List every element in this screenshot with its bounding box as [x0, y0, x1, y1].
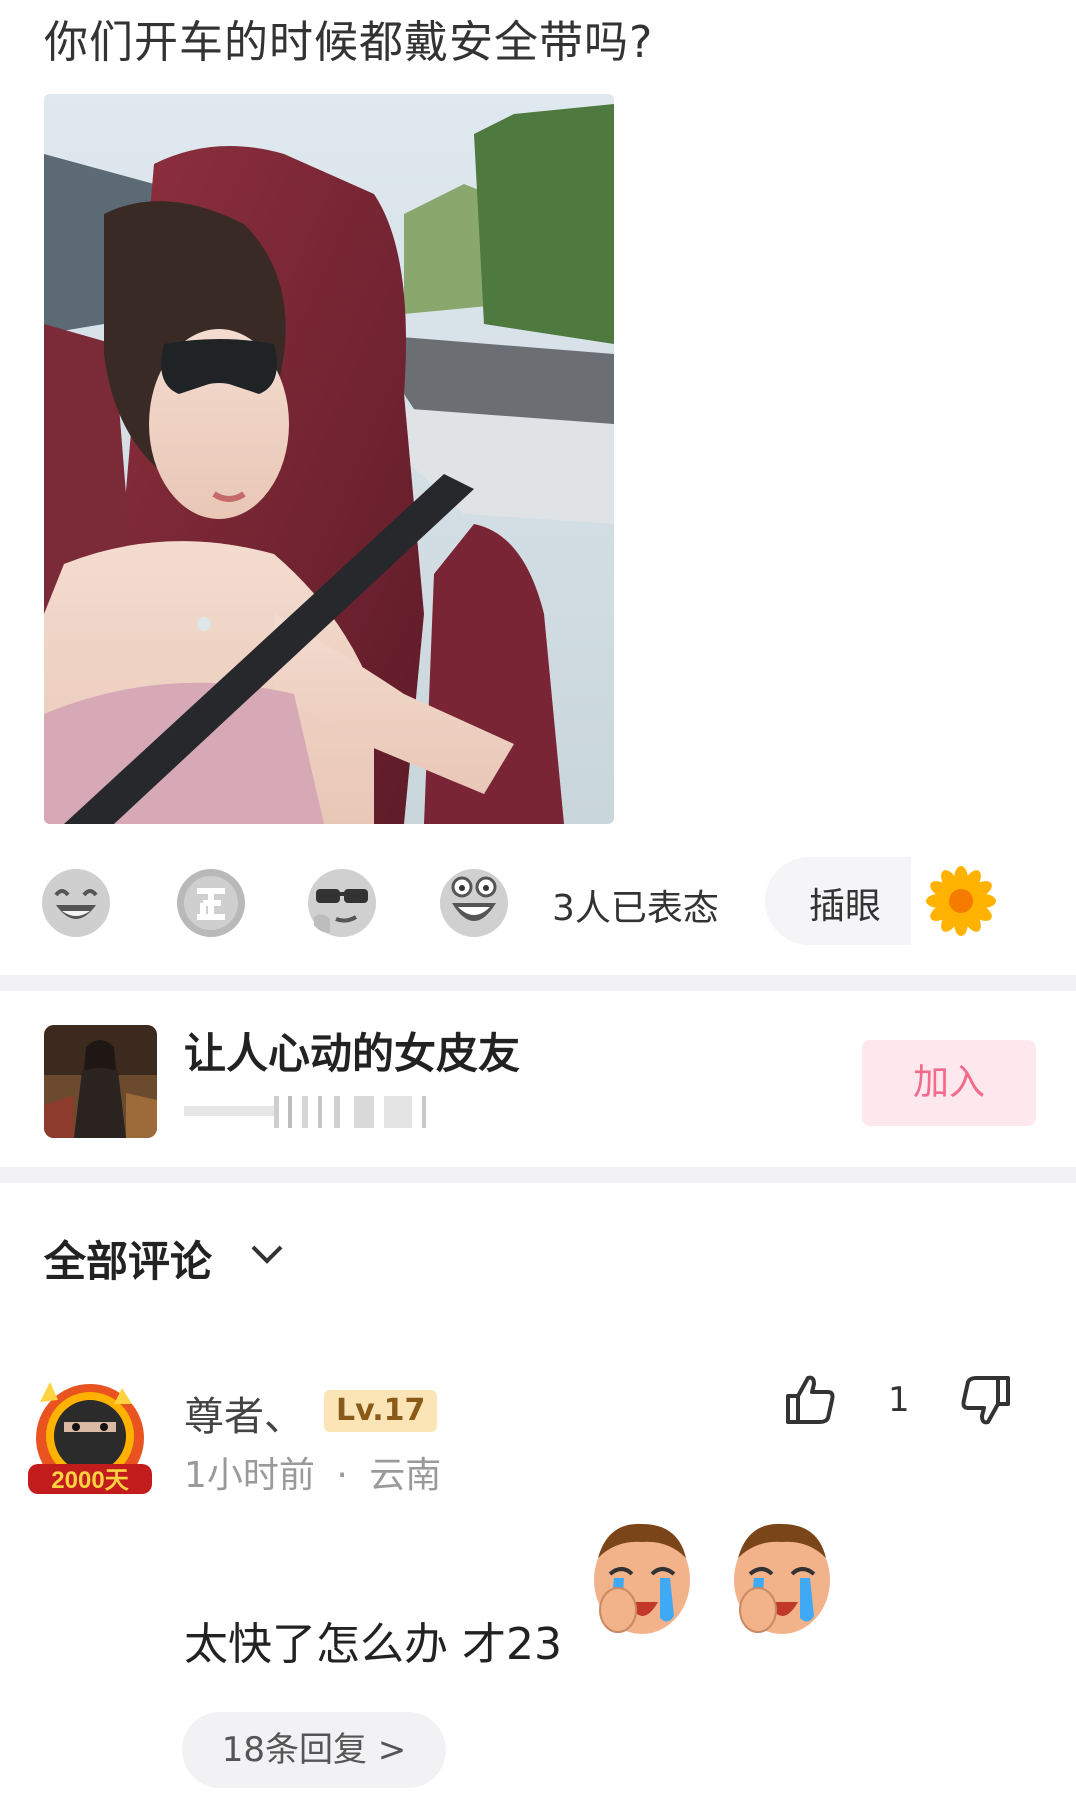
- thumbs-down-icon[interactable]: [958, 1372, 1014, 1428]
- poke-button[interactable]: 插眼: [765, 857, 1023, 945]
- post-title: 你们开车的时候都戴安全带吗?: [44, 17, 654, 68]
- group-thumbnail: [44, 1025, 157, 1138]
- cool-sunglasses-face-icon[interactable]: [306, 867, 378, 939]
- thumbs-up-icon[interactable]: [782, 1372, 838, 1428]
- group-card[interactable]: 让人心动的女皮友 加入: [0, 1000, 1076, 1160]
- view-replies-button[interactable]: 18条回复 >: [182, 1712, 446, 1788]
- group-name: 让人心动的女皮友: [184, 1029, 521, 1078]
- crying-face-icon: [588, 1518, 696, 1644]
- meta-separator: ·: [336, 1455, 348, 1496]
- section-divider: [0, 975, 1076, 991]
- level-badge: Lv.17: [324, 1390, 438, 1432]
- post-photo: [44, 94, 614, 824]
- like-count: 1: [888, 1380, 910, 1420]
- reaction-bar: 3人已表态 插眼: [0, 855, 1076, 955]
- chevron-down-icon[interactable]: [250, 1244, 284, 1266]
- comment-meta: 1小时前 · 云南: [184, 1446, 441, 1498]
- comment-location: 云南: [369, 1455, 442, 1496]
- sunflower-icon: [911, 857, 1023, 945]
- crying-face-icon: [728, 1518, 836, 1644]
- grinning-face-icon[interactable]: [438, 867, 510, 939]
- join-group-button[interactable]: 加入: [862, 1040, 1036, 1126]
- post-image[interactable]: [44, 94, 614, 824]
- comments-sort-title[interactable]: 全部评论: [44, 1228, 212, 1289]
- zheng-badge-icon[interactable]: [175, 867, 247, 939]
- avatar-badge-text: 2000天: [51, 1467, 128, 1494]
- comment-time: 1小时前: [184, 1455, 315, 1496]
- section-divider: [0, 1167, 1076, 1183]
- laughing-face-icon[interactable]: [40, 867, 112, 939]
- reaction-count: 3人已表态: [552, 888, 719, 929]
- group-meta-blurred: [184, 1092, 456, 1132]
- poke-label: 插眼: [809, 886, 882, 927]
- avatar[interactable]: 2000天: [28, 1378, 152, 1502]
- comment-text: 太快了怎么办 才23: [184, 1619, 562, 1670]
- comment-username[interactable]: 尊者、: [184, 1384, 304, 1442]
